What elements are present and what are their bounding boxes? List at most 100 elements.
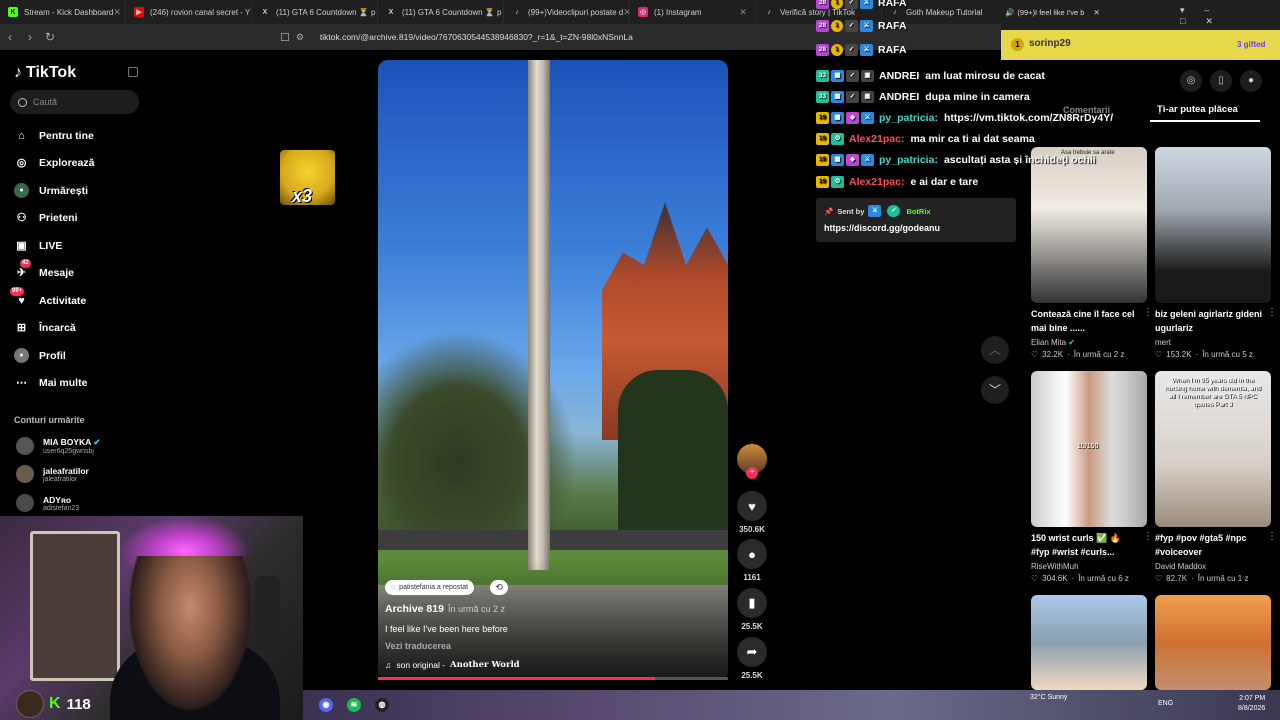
browser-tab[interactable]: ▶(246) rovion canal secret - Y✕ [126,0,252,24]
chat-link[interactable]: https://vm.tiktok.com/ZN8RrDy4Y/ [944,112,1113,124]
browser-tab[interactable]: ♪ (99+)Videoclipuri postate d✕ [504,0,630,24]
recommended-video-card[interactable] [1031,595,1147,690]
browser-tab[interactable]: K Stream - Kick Dashboard ✕ [0,0,126,24]
repost-chip[interactable]: ◌ patistefania a repostat [385,580,475,595]
streamer-avatar [16,690,44,718]
recommended-video-card[interactable]: biz geleni agirlariz gideni ugurlariz ⋮ … [1155,147,1277,359]
followed-account[interactable]: ADYʀᴏ adistefan23 [16,494,79,512]
account-name: jaleafratilor [43,465,89,476]
site-info-icon[interactable]: ⚙ [290,32,310,43]
chat-message: 33 ▦ ✓ ▣ ANDREI am luat mirosu de cacat [816,70,1045,82]
followed-account[interactable]: MIA BOYKA ✔ user6q25gwnsbj [16,437,101,455]
bookmark-icon[interactable]: ☐ [280,31,290,44]
background-door [30,531,120,681]
kick-logo-icon: K [49,695,61,712]
close-icon[interactable]: ✕ [623,7,629,18]
taskbar-language[interactable]: ENG [1158,700,1173,707]
tab-label: (99+)Videoclipuri postate d [528,7,624,17]
see-translation-link[interactable]: Vezi traducerea [385,641,451,651]
purple-badge-icon: ◆ [846,112,859,124]
overlay-active-tab[interactable]: 🔊 (99+)I feel like I've b ✕ [1005,5,1125,19]
close-icon[interactable]: ✕ [113,7,121,18]
user-avatar-icon[interactable]: ● [1240,70,1262,92]
heart-outline-icon: ♡ [1031,350,1039,359]
taskbar-weather[interactable]: 32°C Sunny [1030,694,1067,701]
gift-badge-icon: 1 [831,20,843,32]
more-options-icon[interactable]: ⋮ [1267,307,1277,318]
recommended-video-card[interactable]: 10/150 150 wrist curls ✅ 🔥 #fyp #wrist #… [1031,371,1153,583]
nav-explore[interactable]: ◎ Explorează [14,155,95,170]
tab-you-may-like[interactable]: Ți-ar putea plăcea [1157,104,1238,115]
reload-icon[interactable]: ↻ [40,30,60,44]
sent-by-label: Sent by [837,206,865,216]
browser-tab[interactable]: X(11) GTA 6 Countdown ⏳ p✕ [252,0,378,24]
video-thumbnail [1155,595,1271,690]
nav-messages[interactable]: ✈ 42 Mesaje [14,259,74,280]
nav-activity[interactable]: ♥ 99+ Activitate [10,287,87,308]
tab-label: (11) GTA 6 Countdown ⏳ p [402,7,502,17]
messages-icon: ✈ 42 [16,259,31,279]
discord-link[interactable]: https://discord.gg/godeanu [824,223,940,233]
comment-button[interactable]: ● 1161 [737,539,767,582]
more-options-icon[interactable]: ⋮ [1267,531,1277,542]
nav-upload[interactable]: ⊞ Încarcă [14,320,76,335]
nav-following[interactable]: ● Urmărești [14,183,88,198]
phone-icon[interactable]: ▯ [1210,70,1232,92]
following-accounts-title: Conturi urmărite [14,415,85,425]
next-video-button[interactable]: ﹀ [981,376,1009,404]
level-badge: 28 [816,44,829,56]
more-options-icon[interactable]: ⋮ [1143,531,1153,542]
compass-icon[interactable]: ◎ [1180,70,1202,92]
nav-more[interactable]: ⋯ Mai multe [14,375,87,390]
nav-live[interactable]: ▣ LIVE [14,238,62,253]
repost-icon[interactable]: ⟲ [490,580,508,595]
card-title: Contează cine îl face cel mai bine .....… [1031,309,1135,333]
close-icon[interactable]: ✕ [1093,8,1099,17]
level-badge: 28 [816,20,829,32]
previous-video-button[interactable]: ︿ [981,336,1009,364]
gift-user: sorinp29 [1029,38,1071,49]
collapse-sidebar-icon[interactable] [128,67,138,77]
video-sound[interactable]: ♫ son original - Another World [385,660,520,670]
discord-icon[interactable]: ◉ [319,698,333,712]
back-icon[interactable]: ‹ [0,30,20,44]
recommended-video-card[interactable]: Asa trebuie sa arate Contează cine îl fa… [1031,147,1153,359]
nav-friends[interactable]: ⚇ Prieteni [14,210,78,225]
avatar [16,494,34,512]
follow-plus-icon[interactable]: + [746,467,758,479]
gift-badge-icon: 1 [831,44,843,56]
save-button[interactable]: ▮ 25.5K [737,588,767,631]
nav-label: Activitate [39,294,87,307]
forward-icon[interactable]: › [20,30,40,44]
gifted-label: 3 gifted [1237,40,1266,49]
instagram-icon: ◎ [638,7,648,17]
url-field[interactable]: tiktok.com/@archive.819/video/7670630544… [320,32,633,42]
share-button[interactable]: ➦ 25.5K [737,637,767,680]
video-author[interactable]: Archive 819 În urmă cu 2 z [385,603,505,615]
obs-icon[interactable]: ◍ [375,698,389,712]
browser-tab[interactable]: ◎ (1) Instagram ✕ [630,0,756,24]
chat-text: ma mir ca ti ai dat seama [910,133,1035,145]
tiktok-logo[interactable]: ♪ TikTok [14,64,76,82]
browser-tab[interactable]: X(11) GTA 6 Countdown ⏳ p✕ [378,0,504,24]
mod-badge-icon: ✓ [845,44,858,56]
spotify-icon[interactable]: ≋ [347,698,361,712]
close-icon[interactable]: ✕ [739,7,747,18]
nav-for-you[interactable]: ⌂ Pentru tine [14,128,94,143]
search-input[interactable]: Caută [10,90,139,114]
chat-message: 33 ▦ ✓ ▣ ANDREI dupa mine in camera [816,91,1030,103]
nav-profile[interactable]: ● Profil [14,348,66,363]
window-controls[interactable]: ▾–□✕ [1180,5,1280,27]
video-progress-bar[interactable] [378,677,728,680]
sub-badge-icon: ▦ [831,154,844,166]
like-button[interactable]: ♥ 350.6K [737,491,767,534]
level-badge: 19 [816,176,829,188]
more-options-icon[interactable]: ⋮ [1143,307,1153,318]
live-icon: ▣ [16,240,27,252]
sword-badge-icon: ⚔ [861,154,874,166]
followed-account[interactable]: jaleafratilor jaleafratilor [16,465,89,483]
taskbar-clock[interactable]: 2:07 PM 8/8/2026 [1238,694,1265,714]
recommended-video-card[interactable]: When I'm 95 years old in the nursing hom… [1155,371,1277,583]
heart-outline-icon: ♡ [1155,350,1163,359]
recommended-video-card[interactable] [1155,595,1271,690]
